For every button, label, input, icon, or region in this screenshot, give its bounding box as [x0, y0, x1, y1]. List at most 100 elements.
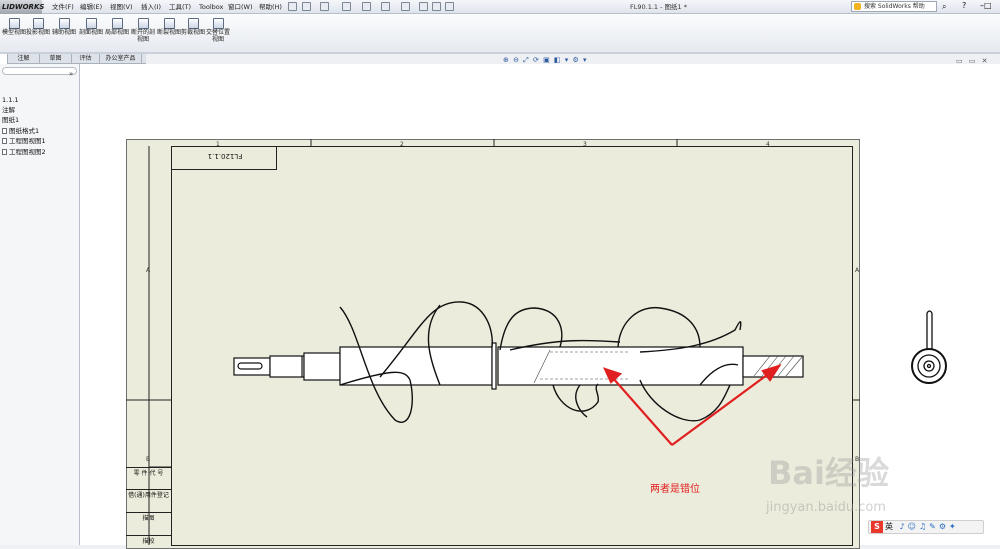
- tree-filter-input[interactable]: [2, 67, 77, 75]
- command-manager: 模型视图 投影视图 辅助视图 剖面视图 局部视图 断开的剖视图 断裂视图 剪裁视…: [0, 14, 1000, 53]
- heads-up-view-toolbar[interactable]: ⊕ ⊖ ⤢ ⟳ ▣ ◧ ▾ ⚙ ▾: [503, 56, 588, 65]
- file-properties-icon[interactable]: [445, 2, 454, 11]
- section-view-label: 剖面视图: [78, 29, 103, 36]
- tree-item-sheet-format[interactable]: 图纸格式1: [2, 127, 39, 136]
- tree-item-annotations[interactable]: 注解: [2, 106, 15, 115]
- alternate-position-icon: [212, 18, 224, 29]
- ime-mode-label[interactable]: 英: [885, 522, 893, 531]
- sogou-icon: S: [871, 521, 883, 533]
- sheet-format-icon: [2, 128, 7, 134]
- model-view-icon: [8, 18, 20, 29]
- feature-manager-tree: » 1.1.1 注解 图纸1 图纸格式1 工程图视图1 工程图视图2: [0, 64, 80, 545]
- zone-number: 3: [583, 141, 587, 148]
- tab-sketch[interactable]: 草图: [40, 54, 72, 64]
- auxiliary-view-label: 辅助视图: [51, 29, 76, 36]
- app-logo: LIDWORKS: [0, 0, 44, 14]
- command-manager-divider: [0, 52, 1000, 54]
- search-placeholder: 搜索 SolidWorks 帮助: [864, 3, 925, 10]
- print-icon[interactable]: [362, 2, 371, 11]
- model-view-label: 模型视图: [1, 29, 26, 36]
- crop-view-button[interactable]: 剪裁视图: [179, 18, 207, 37]
- alternate-position-label: 交替位置视图: [205, 29, 230, 43]
- title-block-row: 描图: [126, 512, 171, 524]
- menu-bar: LIDWORKS 文件(F) 编辑(E) 视图(V) 插入(I) 工具(T) T…: [0, 0, 1000, 14]
- tree-item-drawing-view1[interactable]: 工程图视图1: [2, 137, 46, 146]
- tab-annotation[interactable]: 注解: [8, 54, 40, 64]
- command-tabs: 注解 草图 评估 办公室产品: [0, 54, 146, 64]
- search-input[interactable]: 搜索 SolidWorks 帮助: [851, 1, 937, 12]
- broken-out-section-label: 断开的剖视图: [130, 29, 155, 43]
- undo-icon[interactable]: [381, 2, 390, 11]
- tree-item-root[interactable]: 1.1.1: [2, 96, 19, 105]
- menu-window[interactable]: 窗口(W): [228, 0, 253, 14]
- drawing-view-icon: [2, 138, 7, 144]
- menu-toolbox[interactable]: Toolbox: [199, 0, 223, 14]
- zone-letter: A: [855, 267, 860, 274]
- open-folder-icon[interactable]: [320, 2, 329, 11]
- drawing-border: [171, 146, 853, 546]
- tab-office-products[interactable]: 办公室产品: [100, 54, 142, 64]
- save-icon[interactable]: [342, 2, 351, 11]
- document-title: FL90.1.1 - 图纸1 *: [630, 3, 687, 11]
- title-block: 零 件 代 号 借(通)用件登记 描图 描校: [126, 467, 171, 545]
- select-icon[interactable]: [401, 2, 410, 11]
- auxiliary-view-icon: [58, 18, 70, 29]
- ime-tools-icon[interactable]: ♪☺♫✎⚙✦: [900, 522, 959, 531]
- auxiliary-view-button[interactable]: 辅助视图: [50, 18, 78, 37]
- detail-view-button[interactable]: 局部视图: [103, 18, 131, 37]
- tree-item-label: 图纸格式1: [9, 127, 40, 135]
- document-window-controls[interactable]: ▭ ▭ ✕: [956, 57, 990, 65]
- options-icon[interactable]: [432, 2, 441, 11]
- break-view-icon: [163, 18, 175, 29]
- zone-number: 2: [400, 141, 404, 148]
- window-controls-icon[interactable]: –□: [980, 1, 992, 10]
- broken-out-section-button[interactable]: 断开的剖视图: [129, 18, 157, 43]
- section-view-icon: [85, 18, 97, 29]
- title-block-row: 零 件 代 号: [126, 467, 171, 479]
- tree-item-label: 图纸1: [2, 116, 20, 124]
- projected-view-label: 投影视图: [25, 29, 50, 36]
- tree-item-sheet1[interactable]: 图纸1: [2, 116, 19, 125]
- tree-item-drawing-view2[interactable]: 工程图视图2: [2, 148, 46, 157]
- alternate-position-button[interactable]: 交替位置视图: [204, 18, 232, 43]
- tree-item-label: 1.1.1: [2, 96, 19, 104]
- drawing-number-stamp: FL120.1.1: [171, 146, 277, 170]
- rebuild-icon[interactable]: [419, 2, 428, 11]
- menu-help[interactable]: 帮助(H): [259, 0, 282, 14]
- watermark-url: jingyan.baidu.com: [766, 500, 886, 515]
- detail-view-icon: [111, 18, 123, 29]
- help-question-icon[interactable]: ?: [962, 1, 966, 10]
- zone-letter: B: [146, 456, 151, 463]
- menu-insert[interactable]: 插入(I): [141, 0, 161, 14]
- new-document-icon[interactable]: [302, 2, 311, 11]
- broken-out-section-icon: [137, 18, 149, 29]
- collapse-panel-icon[interactable]: »: [69, 70, 73, 78]
- section-view-button[interactable]: 剖面视图: [77, 18, 105, 37]
- break-view-label: 断裂视图: [156, 29, 181, 36]
- tab-evaluate[interactable]: 评估: [72, 54, 100, 64]
- zone-number: 4: [766, 141, 770, 148]
- search-icon[interactable]: ⌕: [942, 2, 946, 12]
- projected-view-button[interactable]: 投影视图: [24, 18, 52, 37]
- tree-item-label: 工程图视图2: [9, 148, 46, 156]
- title-block-row: 借(通)用件登记: [126, 489, 171, 501]
- tab-view-layout[interactable]: [0, 54, 8, 64]
- ime-toolbar[interactable]: S英 ♪☺♫✎⚙✦: [868, 520, 984, 534]
- tree-item-label: 工程图视图1: [9, 137, 46, 145]
- projected-view-icon: [32, 18, 44, 29]
- annotation-text: 两者是错位: [650, 484, 700, 495]
- help-icon: [854, 3, 861, 10]
- menu-view[interactable]: 视图(V): [110, 0, 133, 14]
- menu-file[interactable]: 文件(F): [52, 0, 74, 14]
- menu-tools[interactable]: 工具(T): [169, 0, 191, 14]
- detail-view-label: 局部视图: [104, 29, 129, 36]
- title-block-row: 描校: [126, 535, 171, 547]
- stamp-text: FL120.1.1: [207, 152, 243, 160]
- pin-icon[interactable]: [288, 2, 297, 11]
- crop-view-icon: [187, 18, 199, 29]
- zone-letter: A: [146, 267, 151, 274]
- drawing-view-icon: [2, 149, 7, 155]
- menu-edit[interactable]: 编辑(E): [80, 0, 102, 14]
- watermark-logo: Bai经验: [768, 454, 889, 492]
- tree-item-label: 注解: [2, 106, 15, 114]
